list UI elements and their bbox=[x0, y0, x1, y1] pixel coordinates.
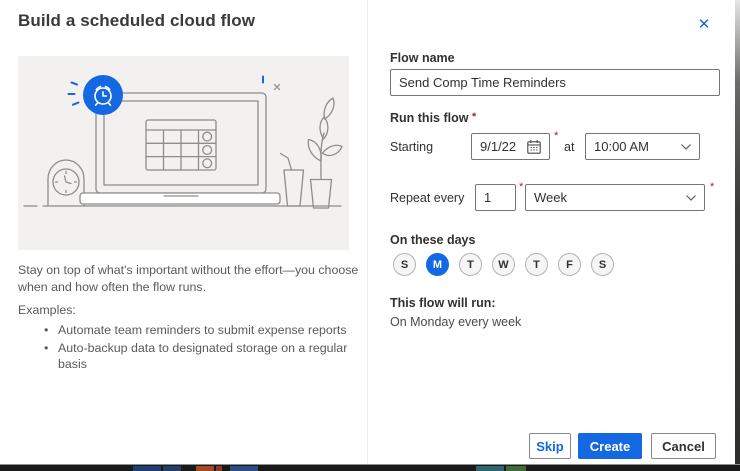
day-toggle-monday[interactable]: M bbox=[426, 253, 449, 276]
required-mark: * bbox=[519, 181, 524, 193]
run-this-flow-label: Run this flow * bbox=[390, 111, 477, 125]
required-mark: * bbox=[710, 181, 715, 193]
calendar-icon[interactable] bbox=[526, 139, 549, 155]
required-mark: * bbox=[554, 130, 559, 142]
day-toggle-friday[interactable]: F bbox=[558, 253, 581, 276]
start-time-dropdown[interactable]: 10:00 AM bbox=[585, 133, 700, 160]
cancel-button[interactable]: Cancel bbox=[651, 433, 716, 459]
at-label: at bbox=[564, 140, 575, 154]
day-toggle-sunday[interactable]: S bbox=[393, 253, 416, 276]
taskbar-fragment bbox=[230, 466, 258, 471]
flow-name-label: Flow name bbox=[390, 51, 455, 65]
close-icon[interactable]: ✕ bbox=[692, 13, 716, 37]
run-summary-text: On Monday every week bbox=[390, 315, 522, 329]
repeat-every-label: Repeat every bbox=[390, 191, 465, 205]
page-title: Build a scheduled cloud flow bbox=[18, 11, 256, 30]
run-summary-label: This flow will run: bbox=[390, 296, 496, 310]
taskbar-fragment bbox=[133, 466, 161, 471]
repeat-frequency-dropdown[interactable]: Week bbox=[525, 184, 705, 211]
starting-label: Starting bbox=[390, 140, 434, 154]
illustration bbox=[23, 75, 343, 209]
day-toggle-wednesday[interactable]: W bbox=[492, 253, 515, 276]
day-toggle-saturday[interactable]: S bbox=[591, 253, 614, 276]
taskbar-fragment bbox=[506, 466, 526, 471]
day-picker: S M T W T F S bbox=[393, 253, 614, 276]
skip-button[interactable]: Skip bbox=[529, 433, 571, 459]
scheduled-flow-dialog: Build a scheduled cloud flow ✕ Stay on t… bbox=[0, 0, 740, 471]
desktop-strip bbox=[0, 464, 740, 471]
window-right-edge bbox=[735, 0, 740, 464]
repeat-interval-input[interactable] bbox=[475, 184, 516, 211]
chevron-down-icon bbox=[685, 194, 704, 202]
taskbar-fragment bbox=[216, 466, 222, 471]
examples-list: Automate team reminders to submit expens… bbox=[18, 322, 368, 374]
start-date-value: 9/1/22 bbox=[480, 139, 517, 154]
start-time-value: 10:00 AM bbox=[594, 139, 649, 154]
dialog-description: Stay on top of what's important without … bbox=[18, 263, 359, 295]
illustration-panel bbox=[18, 56, 349, 250]
taskbar-fragment bbox=[476, 466, 504, 471]
taskbar-fragment bbox=[163, 466, 181, 471]
example-item: Automate team reminders to submit expens… bbox=[18, 322, 368, 338]
examples-label: Examples: bbox=[18, 303, 76, 317]
create-button[interactable]: Create bbox=[578, 433, 642, 459]
day-toggle-tuesday[interactable]: T bbox=[459, 253, 482, 276]
example-item: Auto-backup data to designated storage o… bbox=[18, 340, 368, 372]
on-these-days-label: On these days bbox=[390, 233, 476, 247]
flow-name-input[interactable] bbox=[390, 69, 720, 96]
start-date-picker[interactable]: 9/1/22 bbox=[471, 133, 550, 160]
day-toggle-thursday[interactable]: T bbox=[525, 253, 548, 276]
taskbar-fragment bbox=[196, 466, 214, 471]
repeat-frequency-value: Week bbox=[534, 190, 567, 205]
required-mark: * bbox=[471, 111, 477, 123]
chevron-down-icon bbox=[680, 143, 699, 151]
column-divider bbox=[367, 0, 368, 464]
